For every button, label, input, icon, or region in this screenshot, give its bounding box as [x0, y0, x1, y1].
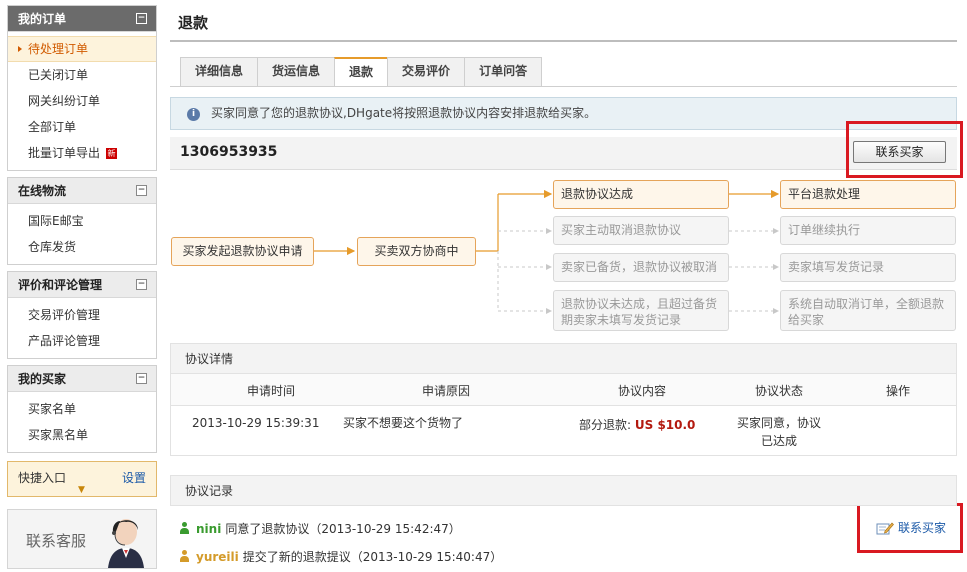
sidebar-group-header[interactable]: 我的订单 − [8, 6, 156, 32]
sidebar-item-warehouse[interactable]: 仓库发货 [8, 234, 156, 260]
sidebar-group-buyers: 我的买家 − 买家名单 买家黑名单 [7, 365, 157, 453]
record-text: 提交了新的退款提议（2013-10-29 15:40:47） [242, 550, 503, 564]
sidebar-group-logistics: 在线物流 − 国际E邮宝 仓库发货 [7, 177, 157, 265]
sidebar-item-trade-reviews[interactable]: 交易评价管理 [8, 302, 156, 328]
quick-entry-label: 快捷入口 [18, 471, 67, 485]
sidebar-group-title: 我的订单 [18, 12, 67, 26]
edit-message-icon [876, 522, 894, 535]
record-user: nini [196, 522, 222, 536]
records-section: nini 同意了退款协议（2013-10-29 15:42:47） yureili… [170, 0, 957, 572]
sidebar-group-title: 在线物流 [18, 184, 67, 198]
sidebar-group-reviews: 评价和评论管理 − 交易评价管理 产品评论管理 [7, 271, 157, 359]
quick-entry-panel: 快捷入口 设置 ▼ [7, 461, 157, 497]
sidebar-group-header[interactable]: 我的买家 − [8, 366, 156, 392]
sidebar-item-label: 买家黑名单 [28, 428, 89, 442]
user-icon [179, 522, 190, 534]
sidebar-item-label: 国际E邮宝 [28, 214, 84, 228]
sidebar-item-product-reviews[interactable]: 产品评论管理 [8, 328, 156, 354]
record-text: 同意了退款协议（2013-10-29 15:42:47） [225, 522, 461, 536]
customer-service-banner[interactable]: 联系客服 [7, 509, 157, 569]
collapse-icon[interactable]: − [136, 13, 147, 24]
new-badge: 新 [106, 148, 118, 159]
quick-entry-settings-link[interactable]: 设置 [122, 469, 146, 486]
sidebar-item-closed-orders[interactable]: 已关闭订单 [8, 62, 156, 88]
sidebar-item-label: 交易评价管理 [28, 308, 101, 322]
sidebar-group-header[interactable]: 在线物流 − [8, 178, 156, 204]
chevron-down-icon[interactable]: ▼ [78, 485, 85, 495]
sidebar-item-eub[interactable]: 国际E邮宝 [8, 208, 156, 234]
sidebar-item-label: 全部订单 [28, 120, 77, 134]
collapse-icon[interactable]: − [136, 373, 147, 384]
sidebar: 我的订单 − 待处理订单 已关闭订单 网关纠纷订单 全部订单 批量订单导出新 在… [7, 5, 157, 459]
sidebar-item-buyer-blacklist[interactable]: 买家黑名单 [8, 422, 156, 448]
sidebar-item-batch-export[interactable]: 批量订单导出新 [8, 140, 156, 166]
sidebar-group-header[interactable]: 评价和评论管理 − [8, 272, 156, 298]
service-agent-avatar [102, 512, 150, 568]
sidebar-item-all-orders[interactable]: 全部订单 [8, 114, 156, 140]
user-icon [179, 550, 190, 562]
collapse-icon[interactable]: − [136, 279, 147, 290]
sidebar-group-orders: 我的订单 − 待处理订单 已关闭订单 网关纠纷订单 全部订单 批量订单导出新 [7, 5, 157, 171]
record-entry: nini 同意了退款协议（2013-10-29 15:42:47） [179, 520, 461, 538]
record-entry: yureili 提交了新的退款提议（2013-10-29 15:40:47） [179, 548, 502, 566]
customer-service-label: 联系客服 [26, 532, 87, 550]
collapse-icon[interactable]: − [136, 185, 147, 196]
sidebar-item-label: 网关纠纷订单 [28, 94, 101, 108]
sidebar-group-title: 评价和评论管理 [18, 278, 103, 292]
contact-buyer-link[interactable]: 联系买家 [876, 519, 946, 536]
sidebar-item-label: 批量订单导出 [28, 146, 101, 160]
sidebar-item-buyer-list[interactable]: 买家名单 [8, 396, 156, 422]
sidebar-group-title: 我的买家 [18, 372, 67, 386]
record-user: yureili [196, 550, 239, 564]
sidebar-item-label: 仓库发货 [28, 240, 77, 254]
sidebar-item-pending-orders[interactable]: 待处理订单 [8, 36, 156, 62]
sidebar-item-label: 待处理订单 [28, 42, 89, 56]
contact-buyer-link-label: 联系买家 [898, 521, 947, 535]
sidebar-item-label: 已关闭订单 [28, 68, 89, 82]
sidebar-item-dispute-orders[interactable]: 网关纠纷订单 [8, 88, 156, 114]
sidebar-item-label: 买家名单 [28, 402, 77, 416]
sidebar-item-label: 产品评论管理 [28, 334, 101, 348]
